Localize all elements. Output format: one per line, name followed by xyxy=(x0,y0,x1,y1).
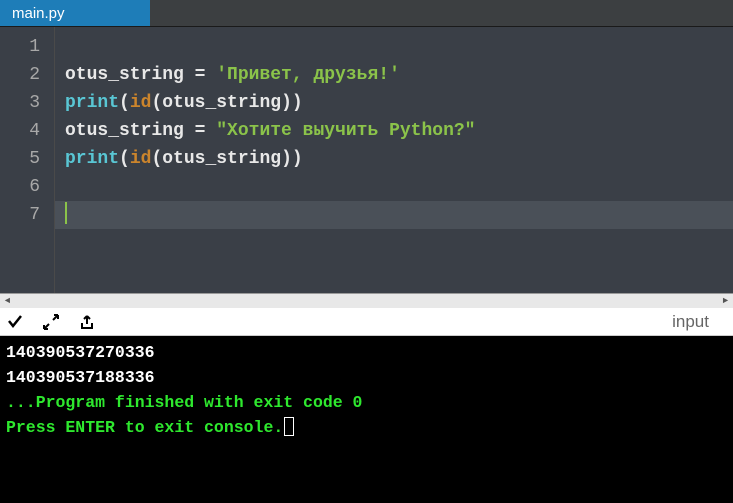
line-number: 5 xyxy=(0,145,54,173)
horizontal-scrollbar[interactable]: ◄ ► xyxy=(0,293,733,308)
editor-cursor xyxy=(65,202,67,224)
code-line xyxy=(65,33,733,61)
code-line: otus_string = "Хотите выучить Python?" xyxy=(65,117,733,145)
line-gutter: 1 2 3 4 5 6 7 xyxy=(0,27,55,293)
share-icon[interactable] xyxy=(78,313,96,331)
code-area[interactable]: otus_string = 'Привет, друзья!' print(id… xyxy=(55,27,733,293)
console-cursor xyxy=(284,417,294,436)
line-number: 4 xyxy=(0,117,54,145)
tab-bar: main.py xyxy=(0,0,733,27)
input-label: input xyxy=(672,312,727,332)
code-line xyxy=(65,173,733,201)
line-number: 1 xyxy=(0,33,54,61)
tab-main-py[interactable]: main.py xyxy=(0,0,150,26)
expand-icon[interactable] xyxy=(42,313,60,331)
checkmark-icon[interactable] xyxy=(6,313,24,331)
code-line-current xyxy=(55,201,733,229)
line-number: 7 xyxy=(0,201,54,229)
console-toolbar: input xyxy=(0,308,733,336)
code-line: otus_string = 'Привет, друзья!' xyxy=(65,61,733,89)
line-number: 6 xyxy=(0,173,54,201)
scroll-right-arrow-icon[interactable]: ► xyxy=(718,294,733,309)
code-editor[interactable]: 1 2 3 4 5 6 7 otus_string = 'Привет, дру… xyxy=(0,27,733,293)
scroll-track[interactable] xyxy=(15,294,718,308)
console-line: 140390537188336 xyxy=(6,365,727,390)
line-number: 3 xyxy=(0,89,54,117)
tab-filename: main.py xyxy=(12,5,65,22)
code-line: print(id(otus_string)) xyxy=(65,89,733,117)
console-exit-line: ...Program finished with exit code 0 xyxy=(6,390,727,415)
scroll-left-arrow-icon[interactable]: ◄ xyxy=(0,294,15,309)
line-number: 2 xyxy=(0,61,54,89)
console-prompt-line: Press ENTER to exit console. xyxy=(6,415,727,440)
code-line: print(id(otus_string)) xyxy=(65,145,733,173)
console-output[interactable]: 140390537270336 140390537188336 ...Progr… xyxy=(0,336,733,503)
console-line: 140390537270336 xyxy=(6,340,727,365)
